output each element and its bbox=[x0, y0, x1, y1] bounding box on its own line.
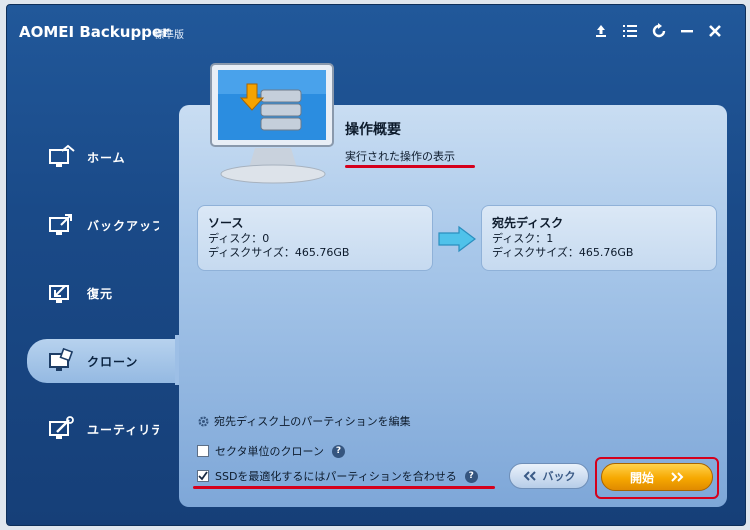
close-icon[interactable] bbox=[704, 20, 726, 42]
source-title: ソース bbox=[208, 216, 244, 230]
destination-title: 宛先ディスク bbox=[492, 216, 564, 230]
double-chevron-left-icon bbox=[523, 471, 536, 481]
sector-clone-label: セクタ単位のクローン bbox=[215, 445, 325, 458]
upload-icon[interactable] bbox=[590, 20, 612, 42]
app-title: AOMEI Backupper bbox=[19, 23, 170, 41]
double-chevron-right-icon bbox=[671, 472, 684, 482]
source-disk: ディスク：0 bbox=[208, 232, 270, 245]
help-icon[interactable]: ? bbox=[464, 469, 478, 483]
destination-disk-box: 宛先ディスク ディスク：1 ディスクサイズ：465.76GB bbox=[481, 205, 717, 271]
edit-partitions-link[interactable]: 宛先ディスク上のパーティションを編集 bbox=[197, 413, 411, 429]
summary-title: 操作概要 bbox=[345, 122, 401, 138]
summary-subtitle: 実行された操作の表示 bbox=[345, 150, 455, 163]
edit-partitions-label: 宛先ディスク上のパーティションを編集 bbox=[214, 415, 411, 428]
annotation-underline bbox=[345, 165, 475, 168]
utilities-icon bbox=[49, 416, 74, 439]
sidebar-item-home[interactable]: ホーム bbox=[27, 135, 177, 179]
menu-icon[interactable] bbox=[619, 20, 641, 42]
sidebar-item-label: 復元 bbox=[87, 286, 114, 301]
refresh-icon[interactable] bbox=[648, 20, 670, 42]
gear-icon bbox=[198, 415, 209, 427]
title-bar: AOMEI Backupper 標準版 bbox=[7, 5, 745, 57]
start-button-label: 開始 bbox=[629, 470, 654, 485]
annotation-underline bbox=[193, 486, 495, 489]
source-disk-box: ソース ディスク：0 ディスクサイズ：465.76GB bbox=[197, 205, 433, 271]
ssd-align-option[interactable]: SSDを最適化するにはパーティションを合わせる ? bbox=[197, 468, 478, 484]
ssd-align-checkbox[interactable] bbox=[197, 470, 209, 482]
ssd-align-label: SSDを最適化するにはパーティションを合わせる bbox=[215, 470, 457, 483]
arrow-right-icon bbox=[438, 225, 476, 253]
destination-size: ディスクサイズ：465.76GB bbox=[492, 246, 634, 259]
app-window: AOMEI Backupper 標準版 ホーム バックアップ 復元 クローン ユ… bbox=[6, 4, 746, 526]
restore-icon bbox=[49, 285, 69, 303]
sector-clone-option[interactable]: セクタ単位のクローン ? bbox=[197, 443, 346, 459]
sidebar-item-restore[interactable]: 復元 bbox=[27, 271, 177, 315]
checkmark-icon bbox=[198, 471, 208, 481]
start-button[interactable]: 開始 bbox=[601, 463, 713, 491]
back-button[interactable]: バック bbox=[509, 463, 589, 489]
source-size: ディスクサイズ：465.76GB bbox=[208, 246, 350, 259]
back-button-label: バック bbox=[542, 470, 576, 483]
backup-icon bbox=[49, 214, 72, 235]
sidebar-item-clone[interactable]: クローン bbox=[27, 339, 187, 383]
sector-clone-checkbox[interactable] bbox=[197, 445, 209, 457]
sidebar-item-label: クローン bbox=[87, 354, 139, 369]
help-icon[interactable]: ? bbox=[332, 444, 346, 458]
sidebar-item-label: バックアップ bbox=[87, 218, 159, 233]
clone-icon bbox=[49, 347, 74, 371]
sidebar-item-backup[interactable]: バックアップ bbox=[27, 203, 177, 247]
sidebar-item-utilities[interactable]: ユーティリティ bbox=[27, 407, 177, 451]
app-edition: 標準版 bbox=[154, 30, 184, 41]
monitor-illustration bbox=[210, 63, 334, 184]
sidebar-item-label: ホーム bbox=[87, 150, 126, 165]
sidebar-item-label: ユーティリティ bbox=[87, 422, 159, 437]
destination-disk: ディスク：1 bbox=[492, 232, 554, 245]
minimize-icon[interactable] bbox=[676, 20, 698, 42]
home-icon bbox=[49, 144, 75, 167]
